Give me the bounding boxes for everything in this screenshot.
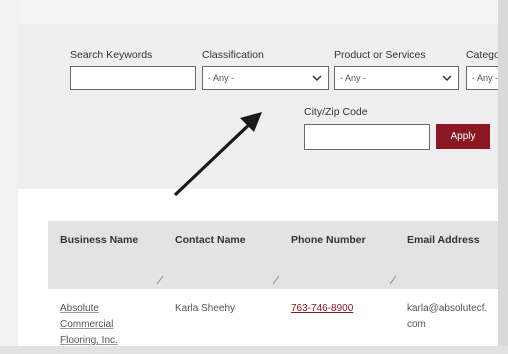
directory-panel: Search Keywords Classification - Any - P… [18,24,498,346]
column-email-address[interactable]: Email Address [407,234,480,246]
business-name-line: Absolute [60,303,99,314]
table-header: Business Name Contact Name Phone Number … [48,221,498,289]
resize-grip-icon[interactable] [272,273,280,285]
resize-grip-icon[interactable] [156,273,164,285]
email-line: karla@absolutecf. [407,303,488,314]
column-contact-name[interactable]: Contact Name [175,234,246,246]
outer-frame-bottom [0,346,508,354]
contact-name-cell: Karla Sheehy [175,303,236,314]
phone-number-link[interactable]: 763-746-8900 [291,301,353,317]
business-name-link[interactable]: Absolute Commercial Flooring, Inc. [60,301,118,346]
annotation-arrow-icon [173,112,262,197]
outer-frame-right [498,0,508,354]
email-line: com [407,319,426,330]
column-business-name[interactable]: Business Name [60,234,138,246]
business-name-line: Commercial [60,319,114,330]
column-phone-number[interactable]: Phone Number [291,234,366,246]
business-name-line: Flooring, Inc. [60,335,118,346]
outer-frame-left [0,0,18,354]
email-address-cell: karla@absolutecf. com [407,301,487,333]
outer-frame-top [0,0,508,24]
resize-grip-icon[interactable] [389,273,397,285]
